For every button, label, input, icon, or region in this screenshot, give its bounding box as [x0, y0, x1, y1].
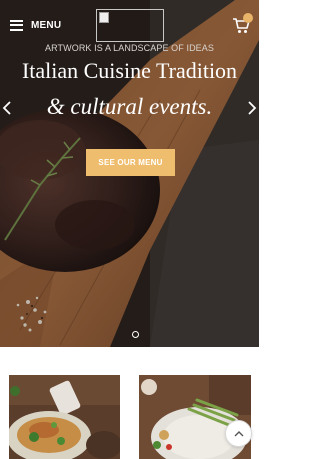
chevron-right-icon	[248, 101, 257, 115]
cart-button[interactable]	[232, 13, 254, 35]
back-to-top-button[interactable]	[225, 420, 252, 447]
dish-photo-1	[9, 375, 120, 459]
cart-count-badge	[243, 13, 253, 23]
see-our-menu-button[interactable]: SEE OUR MENU	[86, 149, 175, 176]
hero-title: Italian Cuisine Tradition	[21, 58, 238, 83]
hero-subtitle: & cultural events.	[46, 94, 213, 119]
menu-toggle-button[interactable]: MENU	[10, 16, 61, 34]
slide-dot-icon[interactable]	[132, 331, 139, 338]
chevron-up-icon	[234, 430, 243, 436]
hero-tagline: ARTWORK IS A LANDSCAPE OF IDEAS	[45, 43, 214, 53]
menu-card-1[interactable]	[9, 375, 120, 459]
site-logo[interactable]	[96, 9, 164, 42]
slider-next-button[interactable]	[247, 100, 257, 116]
menu-label: MENU	[31, 19, 62, 31]
broken-image-icon	[99, 12, 109, 23]
hamburger-icon	[10, 19, 23, 31]
site-header: MENU	[0, 0, 259, 48]
slider-prev-button[interactable]	[2, 100, 12, 116]
chevron-left-icon	[2, 101, 11, 115]
